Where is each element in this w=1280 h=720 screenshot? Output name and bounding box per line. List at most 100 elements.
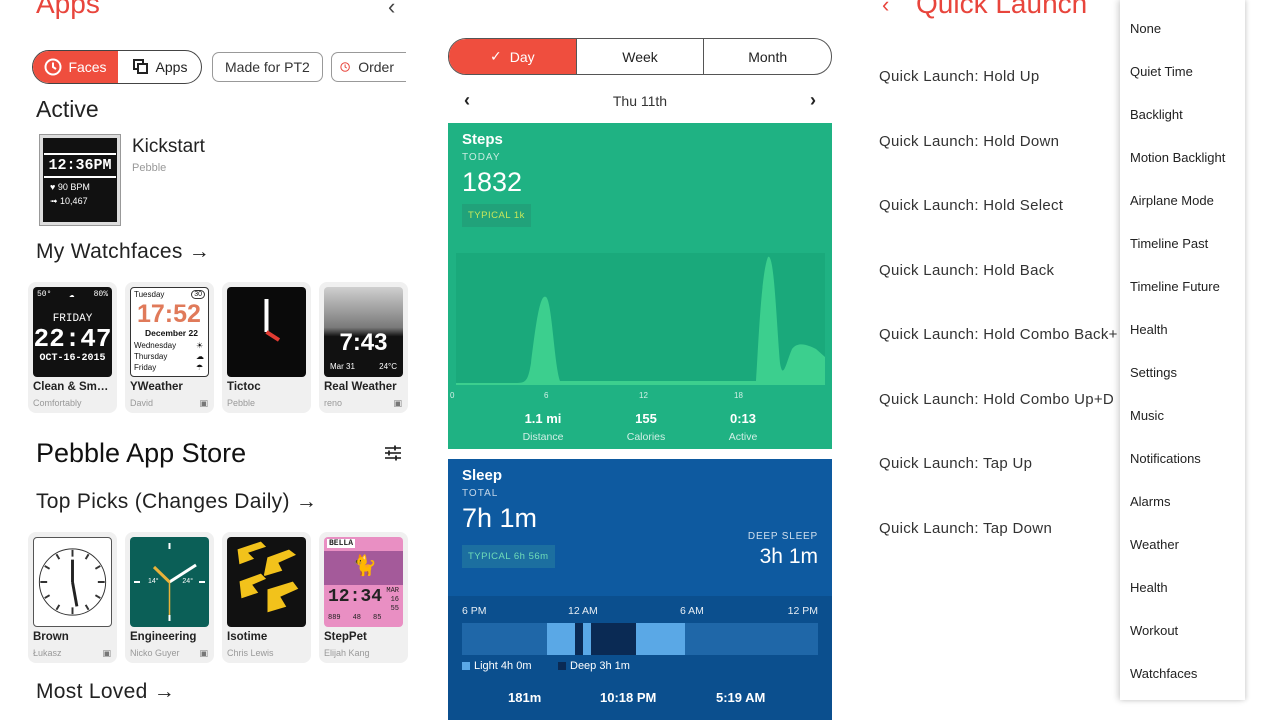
quick-launch-panel: ‹ Quick Launch Quick Launch: Hold Up Qui… [860,0,1280,720]
menu-item[interactable]: Airplane Mode [1130,193,1214,208]
filter-sliders-icon[interactable] [384,444,402,462]
sleep-hour-label: 6 AM [680,605,704,617]
tab-week-label: Week [622,48,658,65]
face-time: 17:52 [137,300,201,328]
face-battery: 80% [93,290,108,299]
store-title: Pebble App Store [36,438,247,468]
top-picks-link[interactable]: Top Picks (Changes Daily) → [36,490,317,514]
apps-toggle-button[interactable]: Apps [118,51,201,83]
watchface-preview: 14° 24° [130,537,209,627]
prev-day-chevron-icon[interactable]: ‹ [464,90,470,111]
menu-item[interactable]: Quiet Time [1130,64,1193,79]
quick-launch-item[interactable]: Quick Launch: Hold Combo Back+ [879,326,1118,343]
watchface-name: Brown [33,631,69,643]
active-value: 0:13 [729,411,757,426]
face-forecast-days: Wednesday Thursday Friday [134,341,177,372]
steps-subtitle: TODAY [462,152,501,163]
active-face-bpm-row: ♥ 90 BPM [50,182,90,192]
active-stat: 0:13 Active [693,411,793,443]
light-legend-label: Light 4h 0m [474,660,532,672]
active-face-steps: 10,467 [60,196,88,206]
menu-item[interactable]: Notifications [1130,451,1201,466]
steps-typical-badge: TYPICAL 1k [462,204,531,227]
sleep-foot-value: 181m [508,690,542,705]
face-sec: 55 [390,605,399,613]
menu-item[interactable]: Motion Backlight [1130,150,1225,165]
watchface-card[interactable]: Isotime Chris Lewis [222,532,311,663]
watchface-card[interactable]: Tuesday 30 17:52 December 22 Wednesday T… [125,282,214,413]
apps-icon [132,59,148,74]
menu-item[interactable]: Settings [1130,365,1177,380]
health-panel: ✓ Day Week Month ‹ Thu 11th › Steps TODA… [440,0,840,720]
deep-sleep-label: DEEP SLEEP [747,531,818,542]
menu-item[interactable]: Timeline Past [1130,236,1208,251]
back-chevron-icon[interactable]: ‹ [882,0,889,18]
order-chip[interactable]: Order [331,52,406,82]
deep-legend-label: Deep 3h 1m [570,660,630,672]
sleep-hour-label: 6 PM [462,605,487,617]
quick-launch-item[interactable]: Quick Launch: Hold Combo Up+D [879,391,1114,408]
menu-item[interactable]: Backlight [1130,107,1183,122]
face-temp: 24°C [379,362,397,371]
sleep-value: 7h 1m [462,503,538,533]
steps-chart [456,253,825,385]
active-label: Active [728,431,758,443]
my-watchfaces-link[interactable]: My Watchfaces → [36,240,210,264]
watchface-card[interactable]: 7:43 Mar 31 24°C Real Weather reno ▣ [319,282,408,413]
menu-item[interactable]: Health [1130,322,1168,337]
tab-day-label: Day [509,48,535,65]
sleep-timeline [462,623,818,655]
menu-item[interactable]: Alarms [1130,494,1170,509]
next-day-chevron-icon[interactable]: › [810,90,816,111]
quick-launch-item[interactable]: Quick Launch: Tap Up [879,455,1032,472]
face-stat: 48 [352,614,362,622]
tab-month[interactable]: Month [703,39,831,74]
face-date: OCT-16-2015 [39,352,106,364]
date-navigator: ‹ Thu 11th › [448,88,832,114]
menu-item[interactable]: Weather [1130,537,1179,552]
analog-dial-icon [38,548,107,616]
settings-icon[interactable]: ▣ [102,648,111,659]
menu-item[interactable]: Health [1130,580,1168,595]
watchface-name: StepPet [324,631,367,643]
menu-item[interactable]: None [1130,21,1161,36]
settings-icon[interactable]: ▣ [199,398,208,409]
distance-label: Distance [522,431,564,443]
watchface-card[interactable]: 50° 80% ☁ FRIDAY 22:47 OCT-16-2015 Clean… [28,282,117,413]
settings-icon[interactable]: ▣ [393,398,402,409]
back-chevron-icon[interactable]: ‹ [388,0,395,20]
tab-month-label: Month [748,48,788,65]
tab-week[interactable]: Week [575,39,704,74]
watchface-card[interactable]: Tictoc Pebble [222,282,311,413]
quick-launch-item[interactable]: Quick Launch: Hold Up [879,68,1040,85]
watchface-preview: Tuesday 30 17:52 December 22 Wednesday T… [130,287,209,377]
quick-launch-item[interactable]: Quick Launch: Hold Select [879,197,1063,214]
most-loved-link[interactable]: Most Loved → [36,680,175,704]
sleep-card[interactable]: Sleep TOTAL 7h 1m TYPICAL 6h 56m DEEP SL… [448,459,832,720]
calories-label: Calories [626,431,666,443]
sleep-title: Sleep [462,467,503,484]
deep-segment [591,623,611,655]
faces-toggle-button[interactable]: Faces [33,51,118,83]
settings-icon[interactable]: ▣ [199,648,208,659]
watchface-card[interactable]: Brown Łukasz ▣ [28,532,117,663]
made-for-pt2-chip[interactable]: Made for PT2 [212,52,323,82]
menu-item[interactable]: Music [1130,408,1164,423]
menu-item[interactable]: Workout [1130,623,1178,638]
watchface-card[interactable]: BELLA 🐈 12:34 MAR 16 55 889 48 85 StepPe… [319,532,408,663]
watchface-card[interactable]: 14° 24° Engineering Nicko Guyer ▣ [125,532,214,663]
menu-item[interactable]: Watchfaces [1130,666,1197,681]
quick-launch-item[interactable]: Quick Launch: Tap Down [879,520,1052,537]
watchface-name: Isotime [227,631,268,643]
steps-tick: 12 [639,391,648,400]
steps-value: 1832 [462,167,523,197]
watchface-developer: David [130,398,154,408]
quick-launch-item[interactable]: Quick Launch: Hold Down [879,133,1059,150]
active-watchface-preview[interactable]: 12:36PM ♥ 90 BPM ➟ 10,467 [39,134,121,226]
quick-launch-item[interactable]: Quick Launch: Hold Back [879,262,1054,279]
steps-card[interactable]: Steps TODAY 1832 TYPICAL 1k 0 6 12 18 1.… [448,123,832,449]
tab-day[interactable]: ✓ Day [449,39,576,74]
watchface-name: YWeather [130,381,183,393]
menu-item[interactable]: Timeline Future [1130,279,1220,294]
watchface-name: Clean & Sm… [33,381,109,393]
